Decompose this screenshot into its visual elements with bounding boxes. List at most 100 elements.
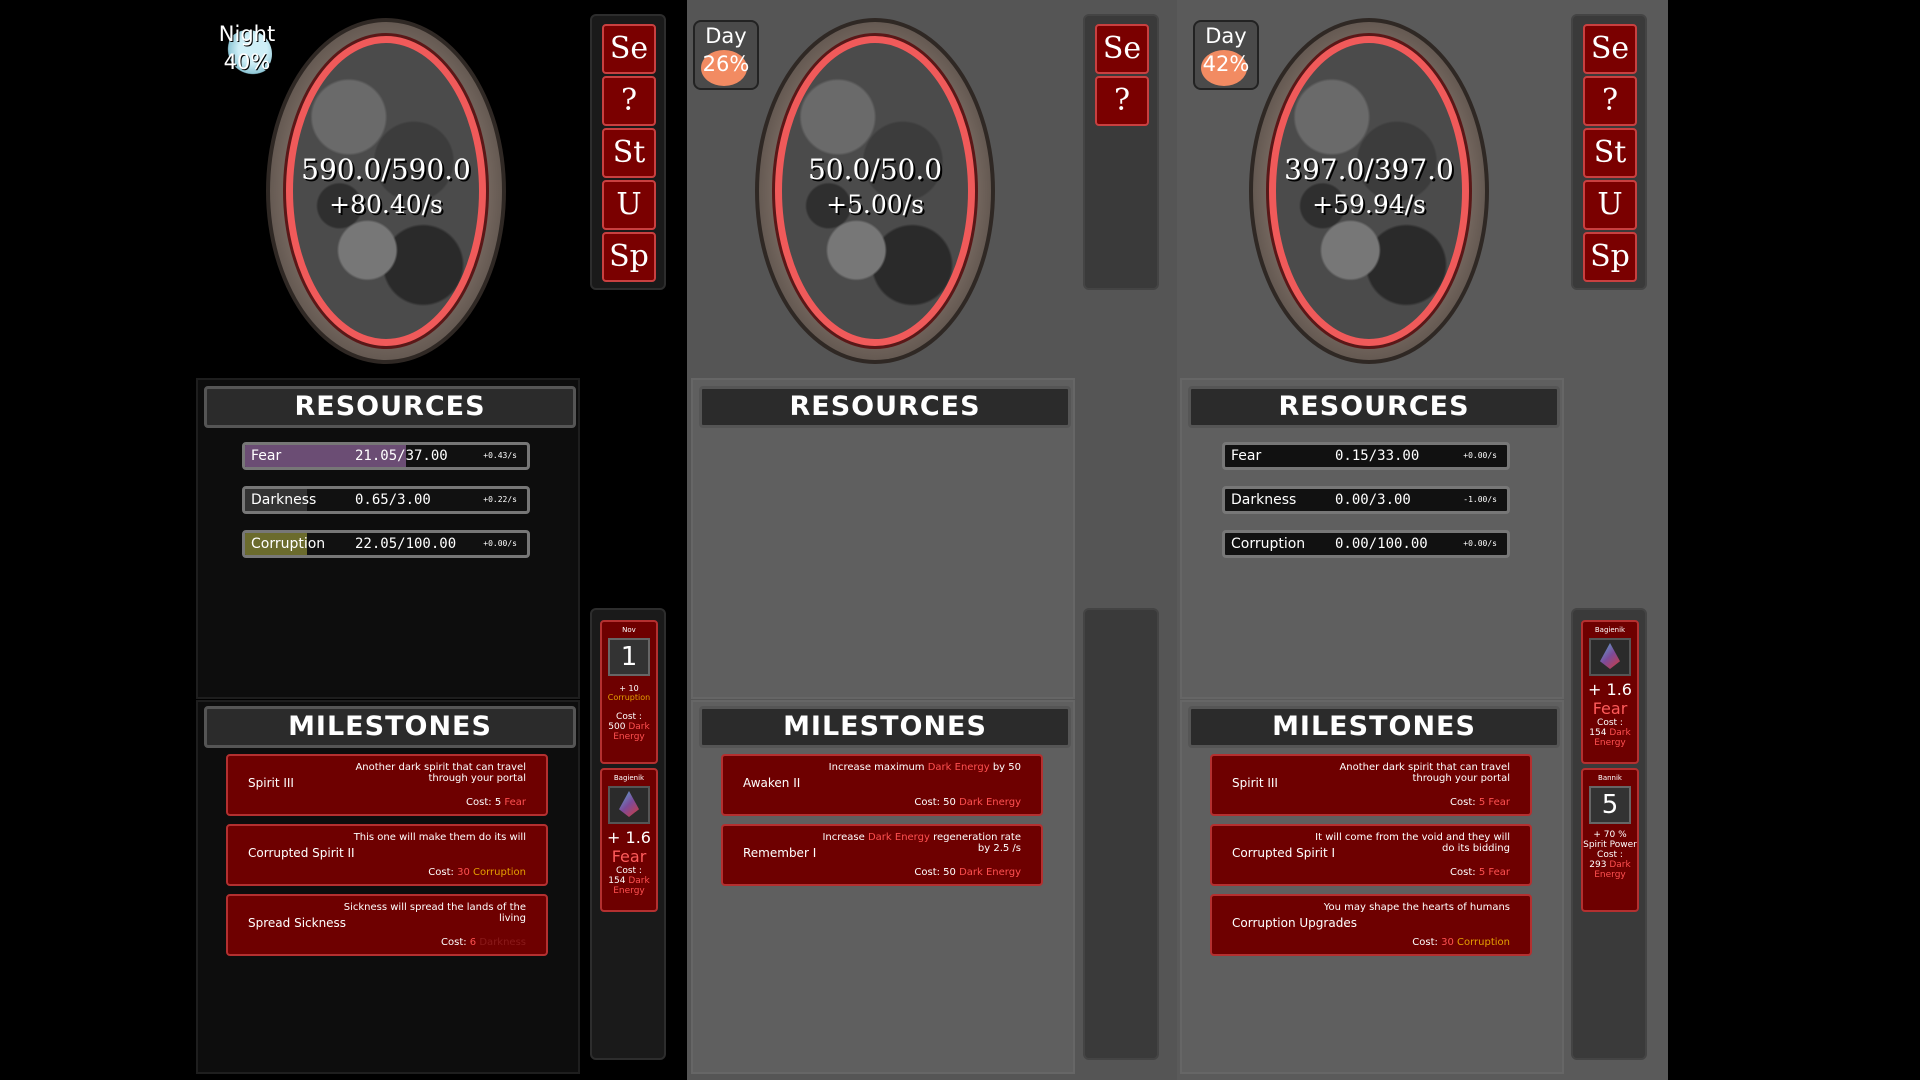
portal-energy-rate: +59.94/s — [1312, 190, 1426, 219]
milestone-cost: Cost: 50 Dark Energy — [914, 867, 1021, 878]
card-title: Bagienik — [1594, 626, 1626, 634]
resource-name: Darkness — [1231, 492, 1297, 508]
milestone-card[interactable]: Spirit III Another dark spirit that can … — [1210, 754, 1532, 816]
portal-energy-value: 590.0/590.0 — [301, 153, 471, 186]
time-label: Day — [1205, 24, 1247, 48]
card-cost-label: Cost : — [616, 866, 642, 876]
milestone-desc: Increase Dark Energy regeneration rate b… — [822, 832, 1021, 854]
card-number: 1 — [608, 638, 650, 676]
milestone-card[interactable]: Awaken II Increase maximum Dark Energy b… — [721, 754, 1043, 816]
milestone-card[interactable]: Corrupted Spirit I It will come from the… — [1210, 824, 1532, 886]
resources-header: RESOURCES — [204, 386, 576, 428]
resource-bar-corruption: Corruption 22.05/100.00 +0.00/s — [242, 530, 530, 558]
card-cost-label: Cost : — [616, 712, 642, 722]
settings-button[interactable]: Se — [1095, 24, 1149, 74]
help-button[interactable]: ? — [1095, 76, 1149, 126]
portal-panel-3: Day 42% 397.0/397.0 +59.94/s RESOURCES F… — [1177, 0, 1668, 1080]
gem-icon — [608, 786, 650, 824]
spirit-card[interactable]: Bagienik + 1.6 Fear Cost : 154 Dark Ener… — [1581, 620, 1639, 764]
spirit-card[interactable]: Nov 1 + 10 Corruption Cost : 500 Dark En… — [600, 620, 658, 764]
resource-rate: +0.00/s — [1463, 539, 1497, 548]
resources-header: RESOURCES — [1188, 386, 1560, 428]
portal-panel-2: Day 26% 50.0/50.0 +5.00/s RESOURCES MILE… — [687, 0, 1178, 1080]
milestone-name: Remember I — [743, 846, 817, 860]
portal-energy-value: 50.0/50.0 — [807, 153, 943, 186]
milestone-cost: Cost: 30 Corruption — [428, 867, 526, 878]
milestone-cost: Cost: 5 Fear — [1450, 797, 1510, 808]
resource-bar-darkness: Darkness 0.65/3.00 +0.22/s — [242, 486, 530, 514]
resource-name: Corruption — [1231, 536, 1306, 552]
upgrades-button[interactable]: U — [1583, 180, 1637, 230]
settings-button[interactable]: Se — [1583, 24, 1637, 74]
milestone-card[interactable]: Spread Sickness Sickness will spread the… — [226, 894, 548, 956]
resource-rate: +0.00/s — [1463, 451, 1497, 460]
card-cost-label: Cost : — [1597, 850, 1623, 860]
resource-name: Darkness — [251, 492, 317, 508]
milestones-section: MILESTONES Spirit III Another dark spiri… — [1180, 700, 1564, 1074]
milestone-desc: It will come from the void and they will… — [1315, 832, 1510, 854]
spirit-card-column: Bagienik + 1.6 Fear Cost : 154 Dark Ener… — [1571, 608, 1647, 1060]
resource-amount: 0.00/100.00 — [1335, 536, 1428, 552]
milestone-name: Corrupted Spirit II — [248, 846, 355, 860]
milestone-name: Corruption Upgrades — [1232, 916, 1357, 930]
card-title: Bagienik — [613, 774, 645, 782]
resource-rate: +0.00/s — [483, 539, 517, 548]
resource-rate: +0.22/s — [483, 495, 517, 504]
resource-bar-corruption: Corruption 0.00/100.00 +0.00/s — [1222, 530, 1510, 558]
gem-icon — [1589, 638, 1631, 676]
milestones-section: MILESTONES Spirit III Another dark spiri… — [196, 700, 580, 1074]
milestone-desc: This one will make them do its will — [353, 832, 526, 843]
card-cost: 500 Dark Energy — [608, 722, 650, 742]
time-percent: 26% — [702, 52, 750, 76]
side-menu: Se ? — [1083, 14, 1159, 290]
milestone-card[interactable]: Corruption Upgrades You may shape the he… — [1210, 894, 1532, 956]
milestone-card[interactable]: Remember I Increase Dark Energy regenera… — [721, 824, 1043, 886]
upgrades-button[interactable]: U — [602, 180, 656, 230]
portal[interactable]: 50.0/50.0 +5.00/s — [755, 18, 995, 364]
spirit-card[interactable]: Bagienik + 1.6 Fear Cost : 154 Dark Ener… — [600, 768, 658, 912]
stats-button[interactable]: St — [602, 128, 656, 178]
portal-panel-1: Night 40% 590.0/590.0 +80.40/s RESOURCES… — [196, 0, 687, 1080]
milestone-cost: Cost: 5 Fear — [466, 797, 526, 808]
spirit-card-column: Nov 1 + 10 Corruption Cost : 500 Dark En… — [590, 608, 666, 1060]
settings-button[interactable]: Se — [602, 24, 656, 74]
milestones-header: MILESTONES — [1188, 706, 1560, 748]
card-title: Bannik — [1598, 774, 1622, 782]
help-button[interactable]: ? — [602, 76, 656, 126]
card-bonus: + 70 % — [1593, 830, 1627, 840]
milestone-card[interactable]: Corrupted Spirit II This one will make t… — [226, 824, 548, 886]
resource-name: Fear — [251, 448, 282, 464]
portal[interactable]: 590.0/590.0 +80.40/s — [266, 18, 506, 364]
milestone-name: Awaken II — [743, 776, 801, 790]
milestone-cost: Cost: 30 Corruption — [1412, 937, 1510, 948]
milestones-header: MILESTONES — [204, 706, 576, 748]
resource-bar-fear: Fear 0.15/33.00 +0.00/s — [1222, 442, 1510, 470]
card-title: Nov — [622, 626, 636, 634]
time-indicator: Day 26% — [693, 20, 759, 90]
spirits-button[interactable]: Sp — [602, 232, 656, 282]
time-percent: 42% — [1202, 52, 1250, 76]
stats-button[interactable]: St — [1583, 128, 1637, 178]
resources-header: RESOURCES — [699, 386, 1071, 428]
portal-energy-rate: +5.00/s — [826, 190, 924, 219]
milestone-desc: You may shape the hearts of humans — [1323, 902, 1510, 913]
card-bonus-resource: Fear — [611, 847, 647, 866]
card-bonus: + 1.6 — [1588, 680, 1632, 699]
spirits-button[interactable]: Sp — [1583, 232, 1637, 282]
spirit-card-column — [1083, 608, 1159, 1060]
milestones-section: MILESTONES Awaken II Increase maximum Da… — [691, 700, 1075, 1074]
card-bonus-resource: Corruption — [607, 693, 651, 702]
card-cost-label: Cost : — [1597, 718, 1623, 728]
milestone-desc: Another dark spirit that can travel thro… — [1339, 762, 1510, 784]
card-cost: 293 Dark Energy — [1589, 860, 1631, 880]
resources-section: RESOURCES Fear 21.05/37.00 +0.43/s Darkn… — [196, 378, 580, 699]
milestone-cost: Cost: 6 Darkness — [441, 937, 526, 948]
resource-amount: 22.05/100.00 — [355, 536, 457, 552]
milestone-card[interactable]: Spirit III Another dark spirit that can … — [226, 754, 548, 816]
spirit-card[interactable]: Bannik 5 + 70 % Spirit Power Cost : 293 … — [1581, 768, 1639, 912]
milestone-desc: Another dark spirit that can travel thro… — [355, 762, 526, 784]
resource-bar-darkness: Darkness 0.00/3.00 -1.00/s — [1222, 486, 1510, 514]
help-button[interactable]: ? — [1583, 76, 1637, 126]
card-bonus-resource: Spirit Power — [1583, 840, 1637, 850]
portal[interactable]: 397.0/397.0 +59.94/s — [1249, 18, 1489, 364]
